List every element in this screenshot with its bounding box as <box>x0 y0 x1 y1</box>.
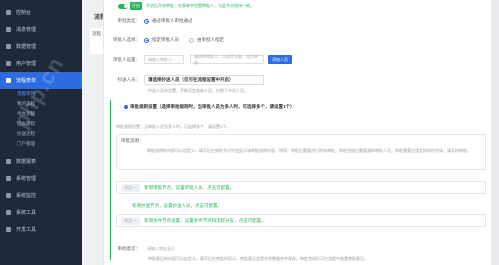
background-card: 流程 <box>90 28 104 54</box>
step-pill: 节点 一 <box>121 216 141 225</box>
sidebar-item-label: 系统监控 <box>16 193 37 199</box>
cc-label: 抄送人员： <box>117 77 141 82</box>
user-icon <box>6 61 11 66</box>
radio-checked-icon <box>144 18 149 24</box>
approve-type-label: 审批类型： <box>117 18 141 23</box>
note-box: 审批说明： 审批说明的内容可以自定义，填写后在审批节点中会显示该审批说明内容，例… <box>116 134 486 170</box>
enable-tag: 开启 <box>130 2 142 10</box>
opinion-label: 审批意见： <box>117 245 141 251</box>
opinion-hint: 审批意见的内容可以自定义，填写后在审批时显示，审批意见会提交到数据库中保存，审批… <box>148 256 368 261</box>
step-text: 新增审批节点，设置审批人员，点击可配置。 <box>144 184 235 190</box>
opinion-row: 审批意见： 请输入审批意见 <box>104 244 492 253</box>
rule-title-row: 审批规则设置（选择审批规则时，当审批人员为多人时，可选择多个，请设置1个） <box>104 104 492 110</box>
radio-unchecked-icon <box>189 37 194 43</box>
condition-node-step[interactable]: 节点 一 新增条件节点设置，设置条件节点和流程分支，点击可配置。 <box>116 214 486 227</box>
cc-select[interactable]: 请选择抄送人员（仅可在流程设置中开启） <box>144 75 264 85</box>
enable-row: 开启 开启后开启审批，在表单中设置审批人，与此节点保持一致。 <box>104 2 492 10</box>
cc-row: 抄送人员： 请选择抄送人员（仅可在流程设置中开启） <box>104 75 492 85</box>
add-approver-button[interactable]: 添加人员 <box>268 55 292 64</box>
approve-type-option[interactable]: 通过审批人审批通过 <box>144 18 193 24</box>
cc-node-step[interactable]: 新增抄送节点，设置抄送人员，点击可配置。 <box>116 199 486 212</box>
approval-node-step[interactable]: 节点 一 新增审批节点，设置审批人员，点击可配置。 <box>116 181 486 194</box>
database-icon <box>6 44 11 49</box>
flow-line <box>110 100 111 260</box>
approver-setup-label: 审批人设置： <box>113 56 140 62</box>
rule-title: 审批规则设置（选择审批规则时，当审批人员为多人时，可选择多个，请设置1个） <box>130 104 295 109</box>
cc-hint-row: 抄送人员的设置，不能设定具体人员，仅限于节点人员。 <box>104 88 492 94</box>
sidebar-item-label: 数据管理 <box>16 44 37 50</box>
approver-list-input[interactable]: 请选择审批人，以逗号分割，也可单选 <box>190 54 264 65</box>
rule-hint: 审批规则设置：当审批人员为多人时，可选择多个，请设置1个。 <box>116 124 231 129</box>
tools-icon <box>6 210 11 215</box>
note-label: 审批说明： <box>121 138 144 143</box>
approver-select-row: 审批人选择： 指定审批人员 由审批人指定 <box>104 37 492 43</box>
step-text: 新增抄送节点，设置抄送人员，点击可配置。 <box>132 202 222 208</box>
sidebar-item-label: 开发工具 <box>16 227 37 233</box>
approver-select-label: 审批人选择： <box>113 37 140 42</box>
sidebar-item-label: 消息管理 <box>16 27 37 33</box>
approver-setup-row: 审批人设置： 请输入审批人 请选择审批人，以逗号分割，也可单选 添加人员 <box>104 54 492 65</box>
approver-option-by-approver[interactable]: 由审批人指定 <box>189 37 224 43</box>
background-card-label: 流程 <box>92 31 101 36</box>
step-pill: 节点 一 <box>121 183 141 192</box>
chart-icon <box>6 159 11 164</box>
sidebar-item-label: 控制台 <box>16 10 32 16</box>
monitor-icon <box>6 193 11 198</box>
message-icon <box>6 27 11 32</box>
cc-hint: 抄送人员的设置，不能设定具体人员，仅限于节点人员。 <box>148 88 248 93</box>
info-dot-icon <box>124 105 128 109</box>
approve-type-row: 审批类型： 通过审批人审批通过 <box>104 18 492 24</box>
note-text: 审批说明的内容可以自定义，填写后在审批节点中会显示该审批说明内容，例如：审批后需… <box>147 148 471 153</box>
sidebar-item-label: 系统管理 <box>16 176 37 182</box>
sidebar-item-label: 数据报表 <box>16 159 37 165</box>
opinion-input[interactable]: 请输入审批意见 <box>144 244 214 253</box>
sidebar-item-label: 用户管理 <box>16 61 37 67</box>
rule-hint-row: 审批规则设置：当审批人员为多人时，可选择多个，请设置1个。 <box>104 124 492 130</box>
code-icon <box>6 227 11 232</box>
dashboard-icon <box>6 10 11 15</box>
enable-toggle[interactable] <box>118 3 128 9</box>
radio-checked-icon <box>144 37 149 43</box>
workflow-icon <box>6 78 11 83</box>
opinion-hint-row: 审批意见的内容可以自定义，填写后在审批时显示，审批意见会提交到数据库中保存，审批… <box>104 256 492 262</box>
approver-input[interactable]: 请输入审批人 <box>144 55 184 64</box>
sidebar-item-label: 系统工具 <box>16 210 37 216</box>
node-config-drawer: 开启 开启后开启审批，在表单中设置审批人，与此节点保持一致。 审批类型： 通过审… <box>103 0 499 265</box>
approver-option-specified[interactable]: 指定审批人员 <box>144 37 179 43</box>
step-text: 新增条件节点设置，设置条件节点和流程分支，点击可配置。 <box>144 217 266 223</box>
settings-icon <box>6 176 11 181</box>
enable-hint: 开启后开启审批，在表单中设置审批人，与此节点保持一致。 <box>146 3 254 8</box>
